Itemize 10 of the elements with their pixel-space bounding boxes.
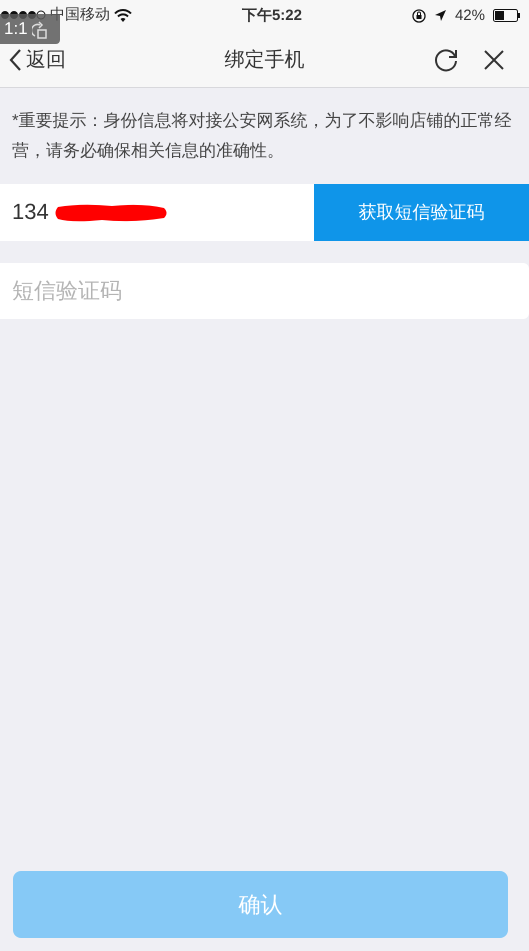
sms-code-field[interactable]: 短信验证码 <box>0 262 529 318</box>
page-title: 绑定手机 <box>224 48 306 72</box>
viewer-badge[interactable]: 1:1 <box>0 14 60 44</box>
notice-text: *重要提示：身份信息将对接公安网系统，为了不影响店铺的正常经营，请务必确保相关信息的准确性。 <box>11 110 513 162</box>
zoom-label: 1:1 <box>4 18 28 40</box>
status-time: 下午5:22 <box>242 6 302 26</box>
back-link[interactable]: 返回 <box>8 44 148 74</box>
battery-percent: 42% <box>454 6 485 26</box>
sms-code-button[interactable]: 获取短信验证码 <box>314 184 529 240</box>
phone-field[interactable]: 134 <box>0 184 314 240</box>
